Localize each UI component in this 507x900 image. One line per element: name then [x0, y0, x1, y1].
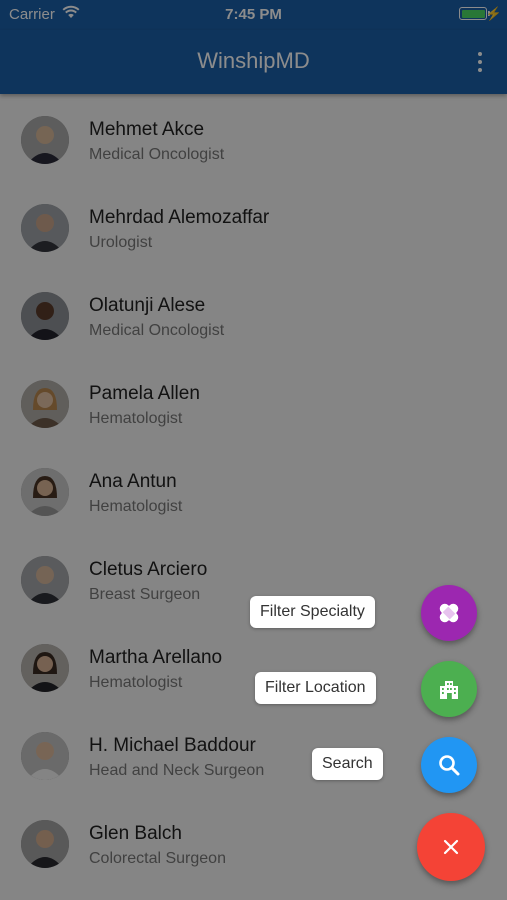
building-icon — [440, 681, 458, 699]
search-icon — [439, 755, 460, 776]
search-label[interactable]: Search — [312, 748, 383, 780]
close-speed-dial-button[interactable] — [417, 813, 485, 881]
filter-location-label[interactable]: Filter Location — [255, 672, 376, 704]
search-button[interactable] — [421, 737, 477, 793]
bandage-icon — [439, 603, 459, 623]
filter-specialty-button[interactable] — [421, 585, 477, 641]
close-icon — [443, 839, 459, 855]
filter-location-button[interactable] — [421, 661, 477, 717]
filter-specialty-label[interactable]: Filter Specialty — [250, 596, 375, 628]
